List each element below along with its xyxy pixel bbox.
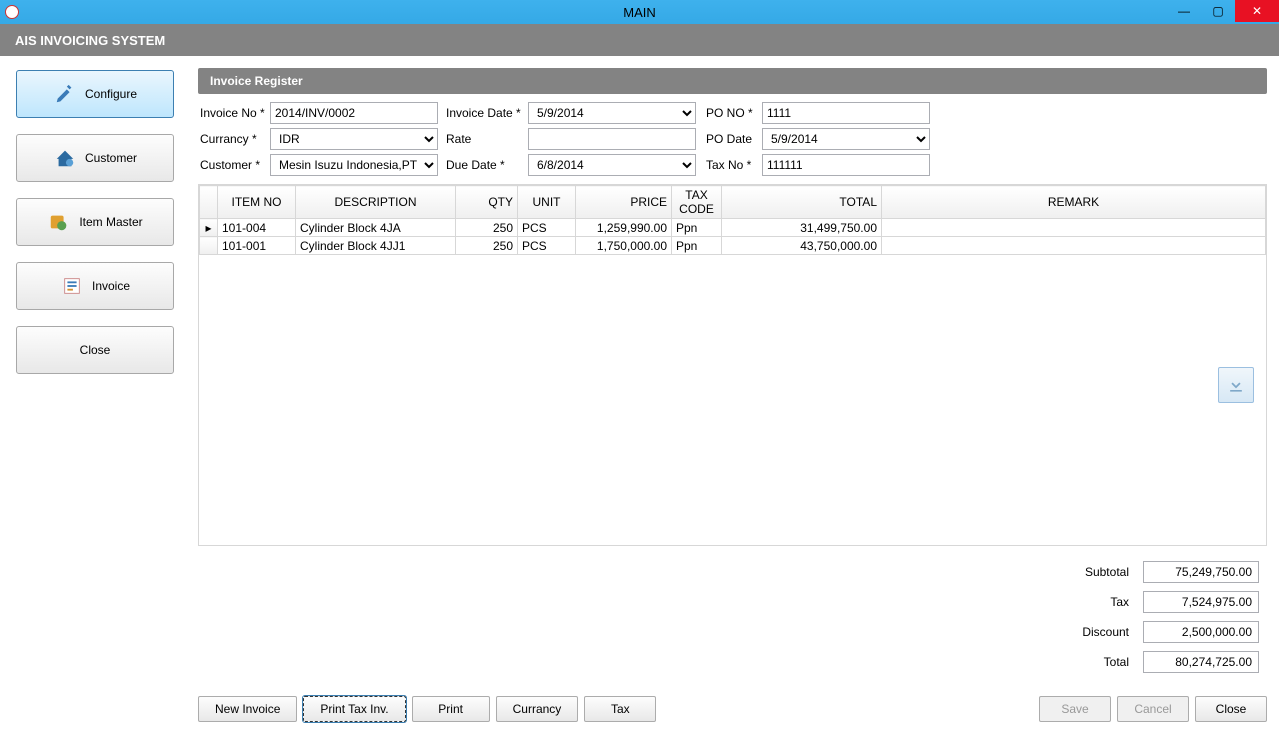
- tax-label: Tax: [1076, 588, 1135, 616]
- app-title-label: AIS INVOICING SYSTEM: [15, 33, 165, 48]
- sidebar-label: Configure: [85, 87, 137, 101]
- invoice-date-select[interactable]: 5/9/2014: [528, 102, 696, 124]
- invoice-date-label: Invoice Date *: [446, 106, 524, 120]
- due-date-label: Due Date *: [446, 158, 524, 172]
- invoice-no-label: Invoice No *: [198, 106, 266, 120]
- close-action-button[interactable]: Close: [1195, 696, 1267, 722]
- content-area: Invoice Register Invoice No * Invoice Da…: [190, 56, 1279, 754]
- currency-select[interactable]: IDR: [270, 128, 438, 150]
- sidebar-label: Item Master: [79, 215, 142, 229]
- close-button[interactable]: ✕: [1235, 0, 1279, 22]
- panel-title: Invoice Register: [198, 68, 1267, 94]
- table-row[interactable]: 101-001Cylinder Block 4JJ1250PCS1,750,00…: [200, 237, 1266, 255]
- rate-input[interactable]: [528, 128, 696, 150]
- table-row[interactable]: ▸101-004Cylinder Block 4JA250PCS1,259,99…: [200, 219, 1266, 237]
- titlebar: MAIN — ▢ ✕: [0, 0, 1279, 24]
- tax-button[interactable]: Tax: [584, 696, 656, 722]
- items-grid[interactable]: ITEM NO DESCRIPTION QTY UNIT PRICE TAX C…: [198, 184, 1267, 546]
- sidebar-close[interactable]: Close: [16, 326, 174, 374]
- configure-icon: [53, 82, 77, 106]
- sidebar-label: Customer: [85, 151, 137, 165]
- customer-icon: [53, 146, 77, 170]
- download-button[interactable]: [1218, 367, 1254, 403]
- po-date-select[interactable]: 5/9/2014: [762, 128, 930, 150]
- item-master-icon: [47, 210, 71, 234]
- po-no-label: PO NO *: [706, 106, 758, 120]
- currency-label: Currancy *: [198, 132, 266, 146]
- po-date-label: PO Date: [706, 132, 758, 146]
- sidebar-item-master[interactable]: Item Master: [16, 198, 174, 246]
- print-tax-button[interactable]: Print Tax Inv.: [303, 696, 405, 722]
- total-input[interactable]: [1143, 651, 1259, 673]
- maximize-button[interactable]: ▢: [1201, 0, 1235, 22]
- discount-input[interactable]: [1143, 621, 1259, 643]
- totals-area: Subtotal Tax Discount Total: [198, 556, 1267, 678]
- invoice-no-input[interactable]: [270, 102, 438, 124]
- due-date-select[interactable]: 6/8/2014: [528, 154, 696, 176]
- print-button[interactable]: Print: [412, 696, 490, 722]
- invoice-icon: [60, 274, 84, 298]
- grid-header-row: ITEM NO DESCRIPTION QTY UNIT PRICE TAX C…: [200, 186, 1266, 219]
- window-title: MAIN: [623, 5, 656, 20]
- tax-input[interactable]: [1143, 591, 1259, 613]
- form-area: Invoice No * Invoice Date * 5/9/2014 PO …: [198, 94, 1267, 184]
- app-icon: [5, 5, 19, 19]
- customer-label: Customer *: [198, 158, 266, 172]
- discount-label: Discount: [1076, 618, 1135, 646]
- sidebar-configure[interactable]: Configure: [16, 70, 174, 118]
- currency-button[interactable]: Currancy: [496, 696, 579, 722]
- subtotal-input[interactable]: [1143, 561, 1259, 583]
- tax-no-label: Tax No *: [706, 158, 758, 172]
- new-invoice-button[interactable]: New Invoice: [198, 696, 297, 722]
- app-subtitle: AIS INVOICING SYSTEM: [0, 24, 1279, 56]
- action-bar: New Invoice Print Tax Inv. Print Curranc…: [198, 696, 1267, 722]
- tax-no-input[interactable]: [762, 154, 930, 176]
- minimize-button[interactable]: —: [1167, 0, 1201, 22]
- rate-label: Rate: [446, 132, 524, 146]
- download-arrow-icon: [1226, 375, 1246, 395]
- total-label: Total: [1076, 648, 1135, 676]
- window-controls: — ▢ ✕: [1167, 0, 1279, 24]
- customer-select[interactable]: Mesin Isuzu Indonesia,PT: [270, 154, 438, 176]
- sidebar: Configure Customer Item Master Invoice C…: [0, 56, 190, 754]
- sidebar-customer[interactable]: Customer: [16, 134, 174, 182]
- sidebar-invoice[interactable]: Invoice: [16, 262, 174, 310]
- po-no-input[interactable]: [762, 102, 930, 124]
- sidebar-label: Invoice: [92, 279, 130, 293]
- save-button: Save: [1039, 696, 1111, 722]
- cancel-button: Cancel: [1117, 696, 1189, 722]
- sidebar-label: Close: [80, 343, 111, 357]
- subtotal-label: Subtotal: [1076, 558, 1135, 586]
